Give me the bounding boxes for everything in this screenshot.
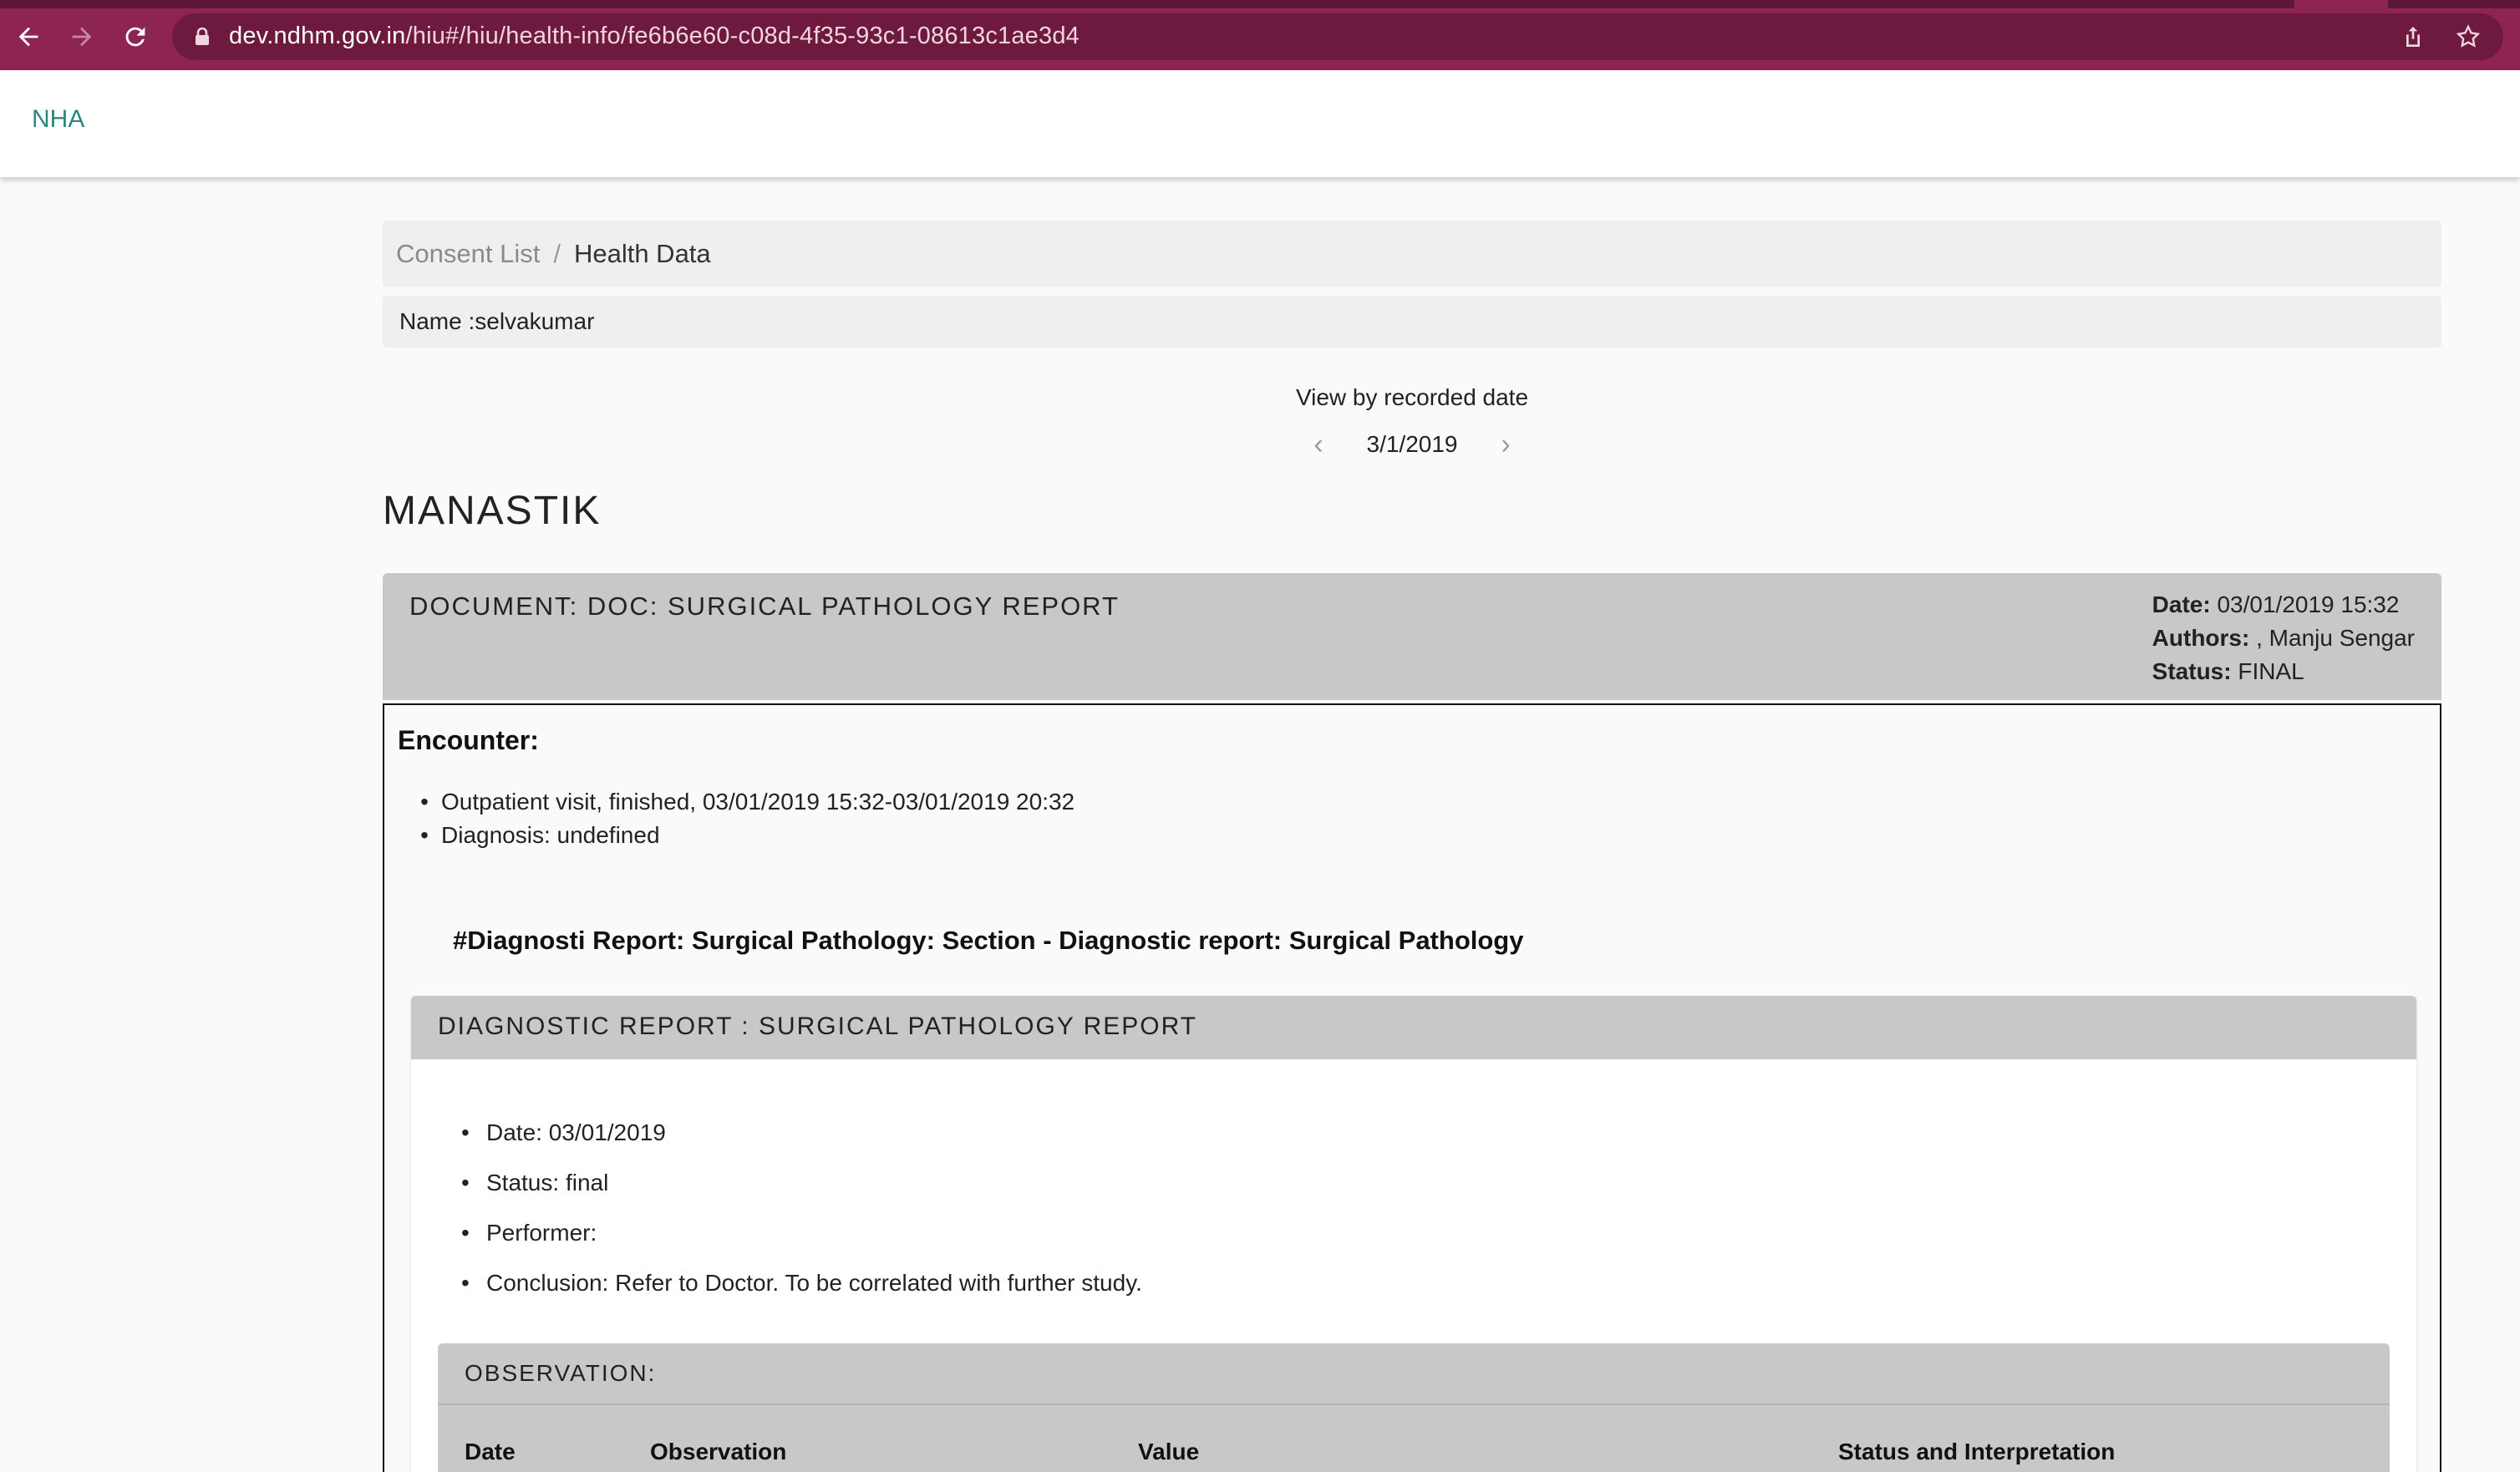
breadcrumb-separator: / [553,239,561,268]
column-header-status: Status and Interpretation [1838,1439,2116,1464]
browser-toolbar: dev.ndhm.gov.in/hiu#/hiu/health-info/fe6… [0,0,2520,70]
diagnostic-report-details: Date: 03/01/2019 Status: final Performer… [486,1116,1142,1317]
encounter-list: Outpatient visit, finished, 03/01/2019 1… [418,785,1075,852]
back-icon [18,27,38,47]
list-item: Date: 03/01/2019 [486,1116,1142,1166]
chevron-right-icon: › [1501,428,1511,460]
document-date: Date: 03/01/2019 15:32 [2152,591,2400,617]
list-item: Performer: [486,1216,1142,1266]
tab-strip [0,0,2520,8]
breadcrumb-current: Health Data [573,239,711,268]
back-button[interactable] [10,18,47,55]
diagnostic-report-title: DIAGNOSTIC REPORT : SURGICAL PATHOLOGY R… [438,1013,1198,1040]
address-bar[interactable]: dev.ndhm.gov.in/hiu#/hiu/health-info/fe6… [172,13,2503,60]
url-text[interactable]: dev.ndhm.gov.in/hiu#/hiu/health-info/fe6… [229,23,1080,50]
document-body: Encounter: Outpatient visit, finished, 0… [383,703,2441,1472]
forward-icon [72,27,92,47]
forward-button[interactable] [64,18,100,55]
diagnostic-report-card: DIAGNOSTIC REPORT : SURGICAL PATHOLOGY R… [411,996,2416,1472]
column-header-date: Date [465,1439,516,1464]
diagnostic-report-header: DIAGNOSTIC REPORT : SURGICAL PATHOLOGY R… [411,996,2416,1059]
document-title: DOCUMENT: DOC: SURGICAL PATHOLOGY REPORT [409,591,1120,621]
next-date-button[interactable]: › [1491,426,1521,463]
reload-icon [125,27,145,47]
app-header: NHA [0,70,2520,177]
section-title: #Diagnosti Report: Surgical Pathology: S… [453,926,1524,955]
observation-card: OBSERVATION: Date Observation Value Stat… [438,1343,2390,1472]
view-by-date-label: View by recorded date [1295,384,1529,410]
column-header-observation: Observation [650,1439,787,1464]
document-meta: Date: 03/01/2019 15:32 Authors: , Manju … [2152,588,2415,688]
provider-title: MANASTIK [383,489,602,533]
current-date: 3/1/2019 [1366,431,1458,457]
column-header-value: Value [1138,1439,1200,1464]
patient-name-bar: Name :selvakumar [383,296,2441,348]
star-icon[interactable] [2455,23,2482,50]
list-item: Status: final [486,1166,1142,1216]
lock-icon[interactable] [194,28,211,46]
chevron-left-icon: ‹ [1313,428,1324,460]
share-icon[interactable] [2400,23,2426,50]
document-header: DOCUMENT: DOC: SURGICAL PATHOLOGY REPORT… [383,573,2441,700]
prev-date-button[interactable]: ‹ [1303,426,1334,463]
brand-logo[interactable]: NHA [32,105,84,134]
divider [438,1403,2390,1405]
breadcrumb-consent-list[interactable]: Consent List [396,239,540,269]
breadcrumb: Consent List / Health Data [383,221,2441,287]
active-tab-edge [2294,0,2388,8]
url-path: /hiu#/hiu/health-info/fe6b6e60-c08d-4f35… [405,23,1080,49]
url-host: dev.ndhm.gov.in [229,23,406,49]
observation-title: OBSERVATION: [465,1360,657,1386]
patient-name-label: Name :selvakumar [399,308,595,334]
reload-button[interactable] [117,18,154,55]
list-item: Outpatient visit, finished, 03/01/2019 1… [418,785,1075,819]
list-item: Conclusion: Refer to Doctor. To be corre… [486,1266,1142,1317]
list-item: Diagnosis: undefined [418,819,1075,852]
date-navigator: ‹ 3/1/2019 › [1303,426,1521,463]
document-authors: Authors: , Manju Sengar [2152,625,2415,651]
encounter-label: Encounter: [398,725,539,755]
document-status: Status: FINAL [2152,658,2304,684]
